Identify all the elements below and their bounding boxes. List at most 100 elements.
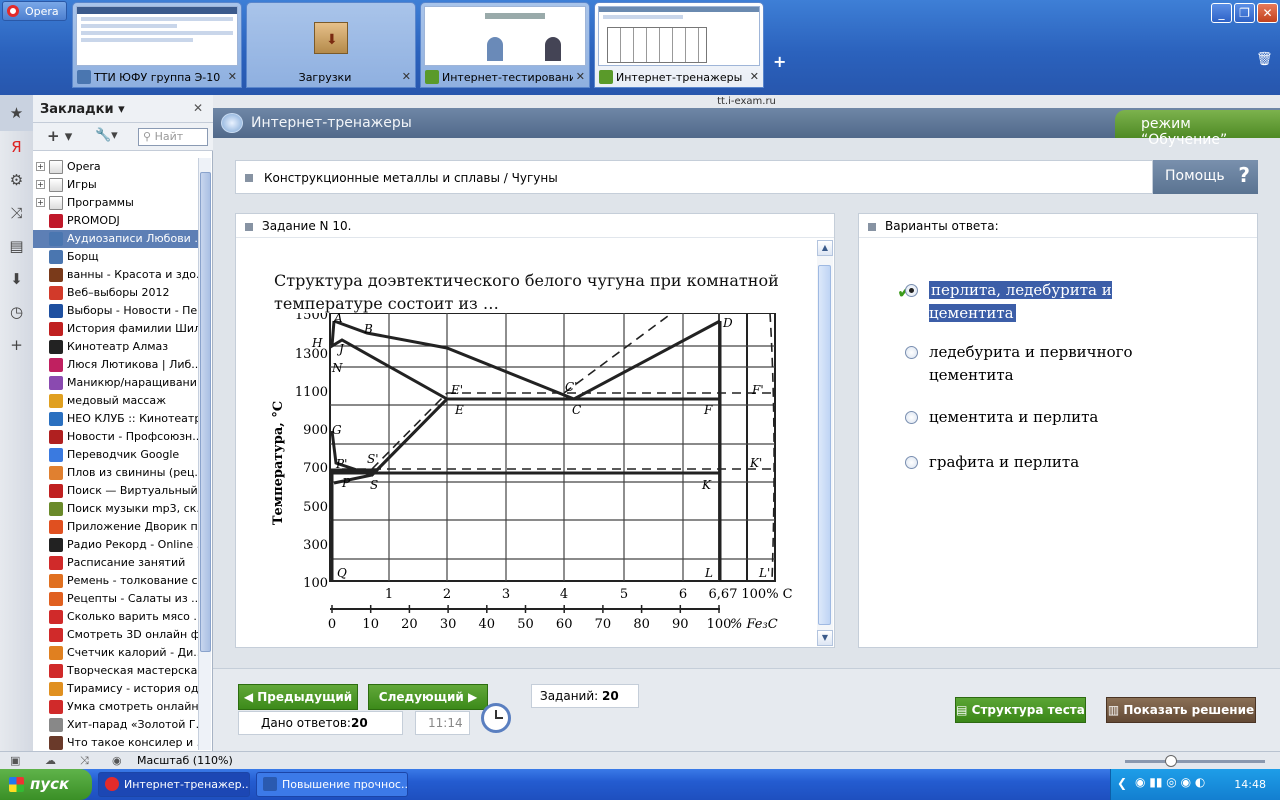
- star-icon[interactable]: ★: [0, 95, 33, 131]
- bookmark-item[interactable]: Радио Рекорд - Online ...: [33, 536, 198, 554]
- test-structure-button[interactable]: ▤ Структура теста: [955, 697, 1086, 723]
- cloud-icon[interactable]: ☁: [45, 754, 56, 767]
- notes-icon[interactable]: ▤: [0, 230, 33, 263]
- tab-internet-trainers[interactable]: Интернет-тренажеры ✕: [594, 2, 764, 88]
- answer-text: графита и перлита: [929, 453, 1080, 471]
- answer-option[interactable]: перлита, ледебурита и цементита: [905, 279, 1149, 325]
- bookmark-item[interactable]: Творческая мастерска...: [33, 662, 198, 680]
- trash-icon[interactable]: 🗑: [1256, 52, 1273, 67]
- bookmark-item[interactable]: Поиск — Виртуальный...: [33, 482, 198, 500]
- maximize-button[interactable]: ❐: [1234, 3, 1255, 23]
- tray-icons[interactable]: ◉ ▮▮ ◎ ◉ ◐: [1135, 775, 1205, 789]
- scroll-up-icon[interactable]: ▲: [817, 240, 833, 256]
- bookmark-item[interactable]: PROMODJ: [33, 212, 198, 230]
- bookmark-item[interactable]: Сколько варить мясо ...: [33, 608, 198, 626]
- bookmark-item[interactable]: Веб–выборы 2012: [33, 284, 198, 302]
- start-button[interactable]: пуск: [0, 769, 92, 800]
- bookmark-item[interactable]: Маникюр/наращивани...: [33, 374, 198, 392]
- radio-button[interactable]: [905, 411, 918, 424]
- sidebar-title[interactable]: Закладки ▾: [40, 102, 125, 117]
- expand-icon[interactable]: +: [36, 180, 45, 189]
- taskbar-item-document[interactable]: Повышение прочнос...: [256, 772, 408, 797]
- bookmark-item[interactable]: Умка смотреть онлайн...: [33, 698, 198, 716]
- radio-button[interactable]: [905, 346, 918, 359]
- tab-close-icon[interactable]: ✕: [402, 70, 411, 83]
- gear-icon[interactable]: ⚙: [0, 164, 33, 197]
- zoom-slider-knob[interactable]: [1165, 755, 1177, 767]
- new-tab-button[interactable]: +: [773, 52, 786, 71]
- downloads-icon[interactable]: ⬇: [0, 263, 33, 296]
- minimize-button[interactable]: _: [1211, 3, 1232, 23]
- tab-downloads[interactable]: ⬇ Загрузки ✕: [246, 2, 416, 88]
- scrollbar-thumb[interactable]: [200, 172, 211, 652]
- show-solution-button[interactable]: ▥ Показать решение: [1106, 697, 1256, 723]
- bookmark-item[interactable]: Рецепты - Салаты из ...: [33, 590, 198, 608]
- tray-expand-icon[interactable]: ❮: [1117, 776, 1127, 790]
- add-panel-icon[interactable]: +: [0, 329, 33, 362]
- bookmark-item[interactable]: Тирамису - история од...: [33, 680, 198, 698]
- zoom-label[interactable]: Масштаб (110%): [137, 754, 233, 767]
- answer-option[interactable]: цементита и перлита: [905, 406, 1149, 429]
- favicon-icon: [49, 376, 63, 390]
- bookmark-item[interactable]: Плов из свинины (рец...: [33, 464, 198, 482]
- expand-icon[interactable]: +: [36, 162, 45, 171]
- sidebar-scrollbar[interactable]: [198, 158, 211, 750]
- opera-menu-button[interactable]: Opera: [2, 1, 67, 21]
- bookmark-item[interactable]: Хит-парад «Золотой Г...: [33, 716, 198, 734]
- radio-button[interactable]: [905, 456, 918, 469]
- bookmark-item[interactable]: Приложение Дворик п...: [33, 518, 198, 536]
- answer-option[interactable]: ледебурита и первичного цементита: [905, 341, 1149, 387]
- bookmark-item[interactable]: Новости - Профсоюзн...: [33, 428, 198, 446]
- bookmark-item[interactable]: Кинотеатр Алмаз: [33, 338, 198, 356]
- tab-tti[interactable]: ТТИ ЮФУ группа Э-10 ✕: [72, 2, 242, 88]
- bookmark-item[interactable]: Счетчик калорий - Ди...: [33, 644, 198, 662]
- bookmark-item[interactable]: Аудиозаписи Любови ...: [33, 230, 198, 248]
- prev-button[interactable]: ◀ Предыдущий: [238, 684, 358, 710]
- help-button[interactable]: Помощь?: [1153, 160, 1258, 194]
- task-scrollbar[interactable]: ▲ ▼: [817, 240, 833, 646]
- share-icon[interactable]: ⤨: [0, 197, 33, 230]
- tab-close-icon[interactable]: ✕: [576, 70, 585, 83]
- bookmark-item[interactable]: Смотреть 3D онлайн ф...: [33, 626, 198, 644]
- address-label[interactable]: tt.i-exam.ru: [213, 95, 1280, 108]
- bookmark-item[interactable]: медовый массаж: [33, 392, 198, 410]
- bookmark-item[interactable]: Переводчик Google: [33, 446, 198, 464]
- turbo-icon[interactable]: ◉: [112, 754, 122, 767]
- bookmark-item[interactable]: История фамилии Шил...: [33, 320, 198, 338]
- tab-close-icon[interactable]: ✕: [228, 70, 237, 83]
- tab-internet-testing[interactable]: Интернет-тестирование ✕: [420, 2, 590, 88]
- bookmark-item[interactable]: Борщ: [33, 248, 198, 266]
- bookmark-folder[interactable]: + Игры: [33, 176, 198, 194]
- bookmark-search-input[interactable]: ⚲ Найт: [138, 128, 208, 146]
- bookmark-item[interactable]: Расписание занятий: [33, 554, 198, 572]
- tab-close-icon[interactable]: ✕: [750, 70, 759, 83]
- taskbar-item-browser[interactable]: Интернет-тренажер...: [98, 772, 250, 797]
- bookmark-item[interactable]: ванны - Красота и здо...: [33, 266, 198, 284]
- yandex-icon[interactable]: Я: [0, 131, 33, 164]
- close-window-button[interactable]: ✕: [1257, 3, 1278, 23]
- scrollbar-thumb[interactable]: [818, 265, 831, 625]
- bookmark-folder[interactable]: + Программы: [33, 194, 198, 212]
- share-icon[interactable]: ⤨: [80, 754, 89, 768]
- radio-button[interactable]: [905, 284, 918, 297]
- bookmark-item[interactable]: Что такое консилер и ...: [33, 734, 198, 750]
- bookmark-item[interactable]: НЕО КЛУБ :: Кинотеатр: [33, 410, 198, 428]
- panel-toggle-icon[interactable]: ▣: [10, 754, 20, 767]
- bookmark-list: + Opera + Игры + Программы PROMODJ Аудиозаписи …: [33, 158, 198, 750]
- close-icon[interactable]: ✕: [193, 101, 203, 115]
- bookmark-item[interactable]: Ремень - толкование с...: [33, 572, 198, 590]
- bookmark-item[interactable]: Поиск музыки mp3, ск...: [33, 500, 198, 518]
- bookmark-folder[interactable]: + Opera: [33, 158, 198, 176]
- zoom-slider[interactable]: [1125, 760, 1265, 763]
- wrench-icon[interactable]: 🔧▾: [95, 128, 118, 143]
- answer-option[interactable]: графита и перлита: [905, 451, 1149, 474]
- bookmark-item[interactable]: Выборы - Новости - Пе...: [33, 302, 198, 320]
- svg-text:G: G: [332, 423, 342, 437]
- expand-icon[interactable]: +: [36, 198, 45, 207]
- history-icon[interactable]: ◷: [0, 296, 33, 329]
- favicon-icon: [49, 556, 63, 570]
- next-button[interactable]: Следующий ▶: [368, 684, 488, 710]
- bookmark-item[interactable]: Люся Лютикова | Либ...: [33, 356, 198, 374]
- scroll-down-icon[interactable]: ▼: [817, 630, 833, 646]
- add-bookmark-icon[interactable]: + ▾: [47, 127, 72, 145]
